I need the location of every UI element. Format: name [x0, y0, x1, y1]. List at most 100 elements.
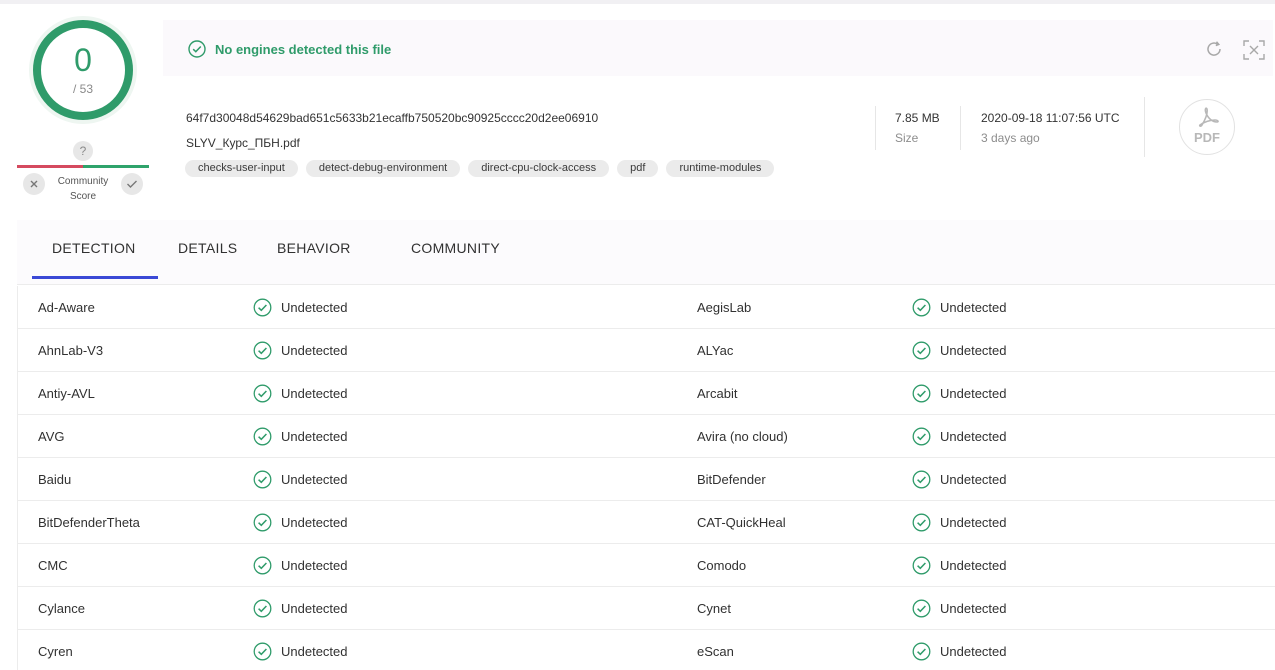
- engine-name: Cyren: [38, 644, 73, 659]
- detection-result: Undetected: [940, 343, 1007, 358]
- divider: [875, 106, 876, 150]
- engine-total: / 53: [72, 82, 93, 96]
- table-row: CMC Undetected Comodo Undetected: [17, 544, 1275, 587]
- file-hash[interactable]: 64f7d30048d54629bad651c5633b21ecaffb7505…: [186, 111, 598, 125]
- tag-list: checks-user-input detect-debug-environme…: [185, 160, 775, 177]
- engine-name: Cylance: [38, 601, 85, 616]
- tab-detection[interactable]: DETECTION: [52, 240, 136, 256]
- analysis-date-ago: 3 days ago: [981, 131, 1040, 145]
- vote-malicious-button[interactable]: [23, 173, 45, 195]
- community-score-label: Community Score: [57, 176, 109, 202]
- check-circle-icon: [912, 642, 931, 661]
- engine-name: Comodo: [697, 558, 747, 573]
- detection-result: Undetected: [281, 558, 348, 573]
- check-circle-icon: [253, 470, 272, 489]
- detection-result: Undetected: [940, 644, 1007, 659]
- file-name: SLYV_Курс_ПБН.pdf: [186, 136, 300, 150]
- detection-result: Undetected: [940, 300, 1007, 315]
- expand-icon[interactable]: [1242, 39, 1266, 61]
- detection-banner: No engines detected this file: [163, 20, 1273, 76]
- detection-result: Undetected: [940, 472, 1007, 487]
- detection-table: Ad-Aware Undetected AegisLab Undetected …: [17, 286, 1275, 670]
- close-icon: [30, 180, 38, 188]
- check-circle-icon: [253, 384, 272, 403]
- detection-result: Undetected: [281, 300, 348, 315]
- check-circle-icon: [912, 384, 931, 403]
- check-circle-icon: [253, 341, 272, 360]
- tag[interactable]: pdf: [617, 160, 659, 177]
- pdf-file-icon: PDF: [1179, 99, 1235, 155]
- top-border: [0, 0, 1275, 4]
- tag[interactable]: direct-cpu-clock-access: [468, 160, 610, 177]
- check-circle-icon: [912, 599, 931, 618]
- table-row: AhnLab-V3 Undetected ALYac Undetected: [17, 329, 1275, 372]
- table-row: BitDefenderTheta Undetected CAT-QuickHea…: [17, 501, 1275, 544]
- engine-name: Ad-Aware: [38, 300, 95, 315]
- table-row: Cyren Undetected eScan Undetected: [17, 630, 1275, 670]
- check-circle-icon: [912, 513, 931, 532]
- check-icon: [127, 180, 137, 188]
- engine-name: eScan: [697, 644, 734, 659]
- detection-result: Undetected: [281, 601, 348, 616]
- detection-score-ring: 0 / 53: [33, 20, 133, 120]
- check-circle-icon: [912, 556, 931, 575]
- tab-details[interactable]: DETAILS: [178, 240, 237, 256]
- check-circle-icon: [912, 298, 931, 317]
- engine-name: BitDefender: [697, 472, 766, 487]
- engine-name: Cynet: [697, 601, 731, 616]
- detection-result: Undetected: [281, 515, 348, 530]
- table-row: Baidu Undetected BitDefender Undetected: [17, 458, 1275, 501]
- detection-result: Undetected: [940, 429, 1007, 444]
- engine-name: Baidu: [38, 472, 72, 487]
- engine-name: BitDefenderTheta: [38, 515, 140, 530]
- check-circle-icon: [253, 513, 272, 532]
- check-circle-icon: [912, 427, 931, 446]
- file-size-label: Size: [895, 131, 919, 145]
- check-circle-icon: [253, 599, 272, 618]
- file-type-label: PDF: [1194, 130, 1220, 145]
- check-circle-icon: [912, 341, 931, 360]
- community-score-help-icon[interactable]: ?: [73, 141, 93, 161]
- check-circle-icon: [253, 298, 272, 317]
- engine-name: CAT-QuickHeal: [697, 515, 786, 530]
- engine-name: Arcabit: [697, 386, 738, 401]
- engine-name: AVG: [38, 429, 65, 444]
- refresh-icon[interactable]: [1204, 39, 1224, 59]
- tab-bar: DETECTION DETAILS BEHAVIOR COMMUNITY: [17, 220, 1275, 285]
- banner-message: No engines detected this file: [215, 42, 392, 57]
- check-circle-icon: [253, 556, 272, 575]
- detection-result: Undetected: [281, 343, 348, 358]
- tab-behavior[interactable]: BEHAVIOR: [277, 240, 351, 256]
- engine-name: AhnLab-V3: [38, 343, 104, 358]
- detection-count: 0: [74, 42, 92, 78]
- table-row: Ad-Aware Undetected AegisLab Undetected: [17, 286, 1275, 329]
- detection-result: Undetected: [281, 429, 348, 444]
- tab-community[interactable]: COMMUNITY: [411, 240, 500, 256]
- acrobat-glyph-icon: [1198, 107, 1219, 127]
- community-score-bar: [17, 165, 149, 168]
- active-tab-indicator: [32, 276, 158, 279]
- tag[interactable]: detect-debug-environment: [305, 160, 461, 177]
- engine-name: Avira (no cloud): [697, 429, 788, 444]
- file-size-value: 7.85 MB: [895, 111, 940, 125]
- tag[interactable]: checks-user-input: [185, 160, 298, 177]
- detection-result: Undetected: [281, 472, 348, 487]
- table-row: AVG Undetected Avira (no cloud) Undetect…: [17, 415, 1275, 458]
- table-row: Antiy-AVL Undetected Arcabit Undetected: [17, 372, 1275, 415]
- check-circle-icon: [253, 427, 272, 446]
- detection-result: Undetected: [281, 386, 348, 401]
- divider: [1144, 97, 1145, 157]
- engine-name: ALYac: [697, 343, 734, 358]
- engine-name: AegisLab: [697, 300, 752, 315]
- check-circle-icon: [253, 642, 272, 661]
- table-row: Cylance Undetected Cynet Undetected: [17, 587, 1275, 630]
- check-circle-icon: [188, 40, 206, 58]
- detection-result: Undetected: [940, 386, 1007, 401]
- check-circle-icon: [912, 470, 931, 489]
- tag[interactable]: runtime-modules: [666, 160, 775, 177]
- analysis-date-value: 2020-09-18 11:07:56 UTC: [981, 111, 1120, 125]
- engine-name: Antiy-AVL: [38, 386, 95, 401]
- vote-harmless-button[interactable]: [121, 173, 143, 195]
- detection-result: Undetected: [281, 644, 348, 659]
- detection-result: Undetected: [940, 558, 1007, 573]
